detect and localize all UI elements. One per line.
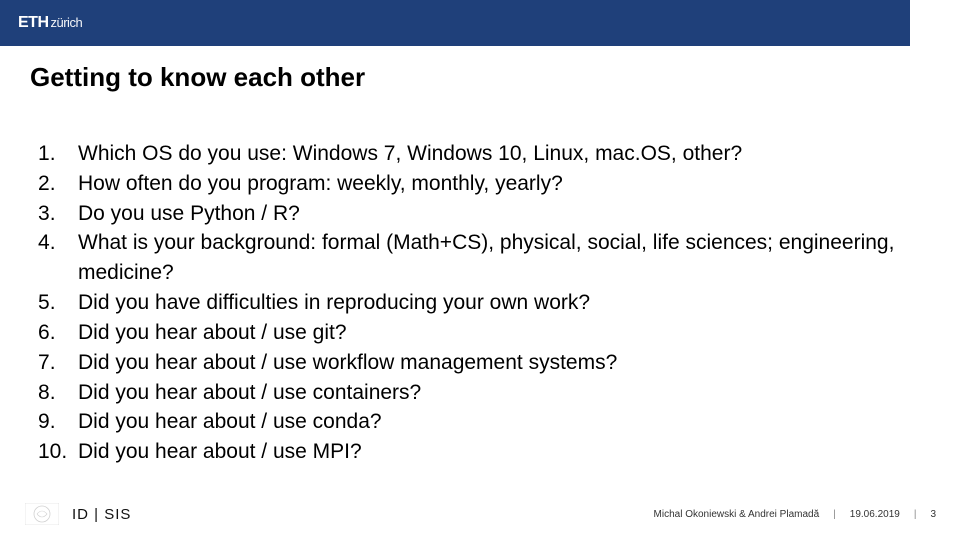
footer-department: ID | SIS [72, 506, 131, 523]
footer-date: 19.06.2019 [850, 509, 900, 520]
list-item: Did you hear about / use workflow manage… [38, 348, 920, 378]
list-item: Did you hear about / use containers? [38, 378, 920, 408]
header-bar: ETHzürich [0, 0, 910, 46]
list-item: Which OS do you use: Windows 7, Windows … [38, 139, 920, 169]
list-item: Did you have difficulties in reproducing… [38, 288, 920, 318]
footer-right: Michal Okoniewski & Andrei Plamadă | 19.… [654, 509, 960, 520]
list-item: Did you hear about / use MPI? [38, 437, 920, 467]
slide: ETHzürich Getting to know each other Whi… [0, 0, 960, 540]
footer-page: 3 [930, 509, 936, 520]
question-list: Which OS do you use: Windows 7, Windows … [38, 139, 920, 467]
footer-separator: | [833, 509, 836, 520]
list-item: What is your background: formal (Math+CS… [38, 228, 920, 288]
content-area: Which OS do you use: Windows 7, Windows … [0, 93, 960, 467]
seal-icon [22, 502, 62, 526]
list-item: Did you hear about / use conda? [38, 407, 920, 437]
footer: ID | SIS Michal Okoniewski & Andrei Plam… [0, 502, 960, 526]
footer-separator: | [914, 509, 917, 520]
logo-sub: zürich [51, 15, 83, 30]
logo-main: ETH [18, 14, 49, 31]
footer-authors: Michal Okoniewski & Andrei Plamadă [654, 509, 820, 520]
eth-logo: ETHzürich [18, 14, 82, 32]
list-item: Did you hear about / use git? [38, 318, 920, 348]
list-item: Do you use Python / R? [38, 199, 920, 229]
slide-title: Getting to know each other [0, 46, 960, 93]
list-item: How often do you program: weekly, monthl… [38, 169, 920, 199]
